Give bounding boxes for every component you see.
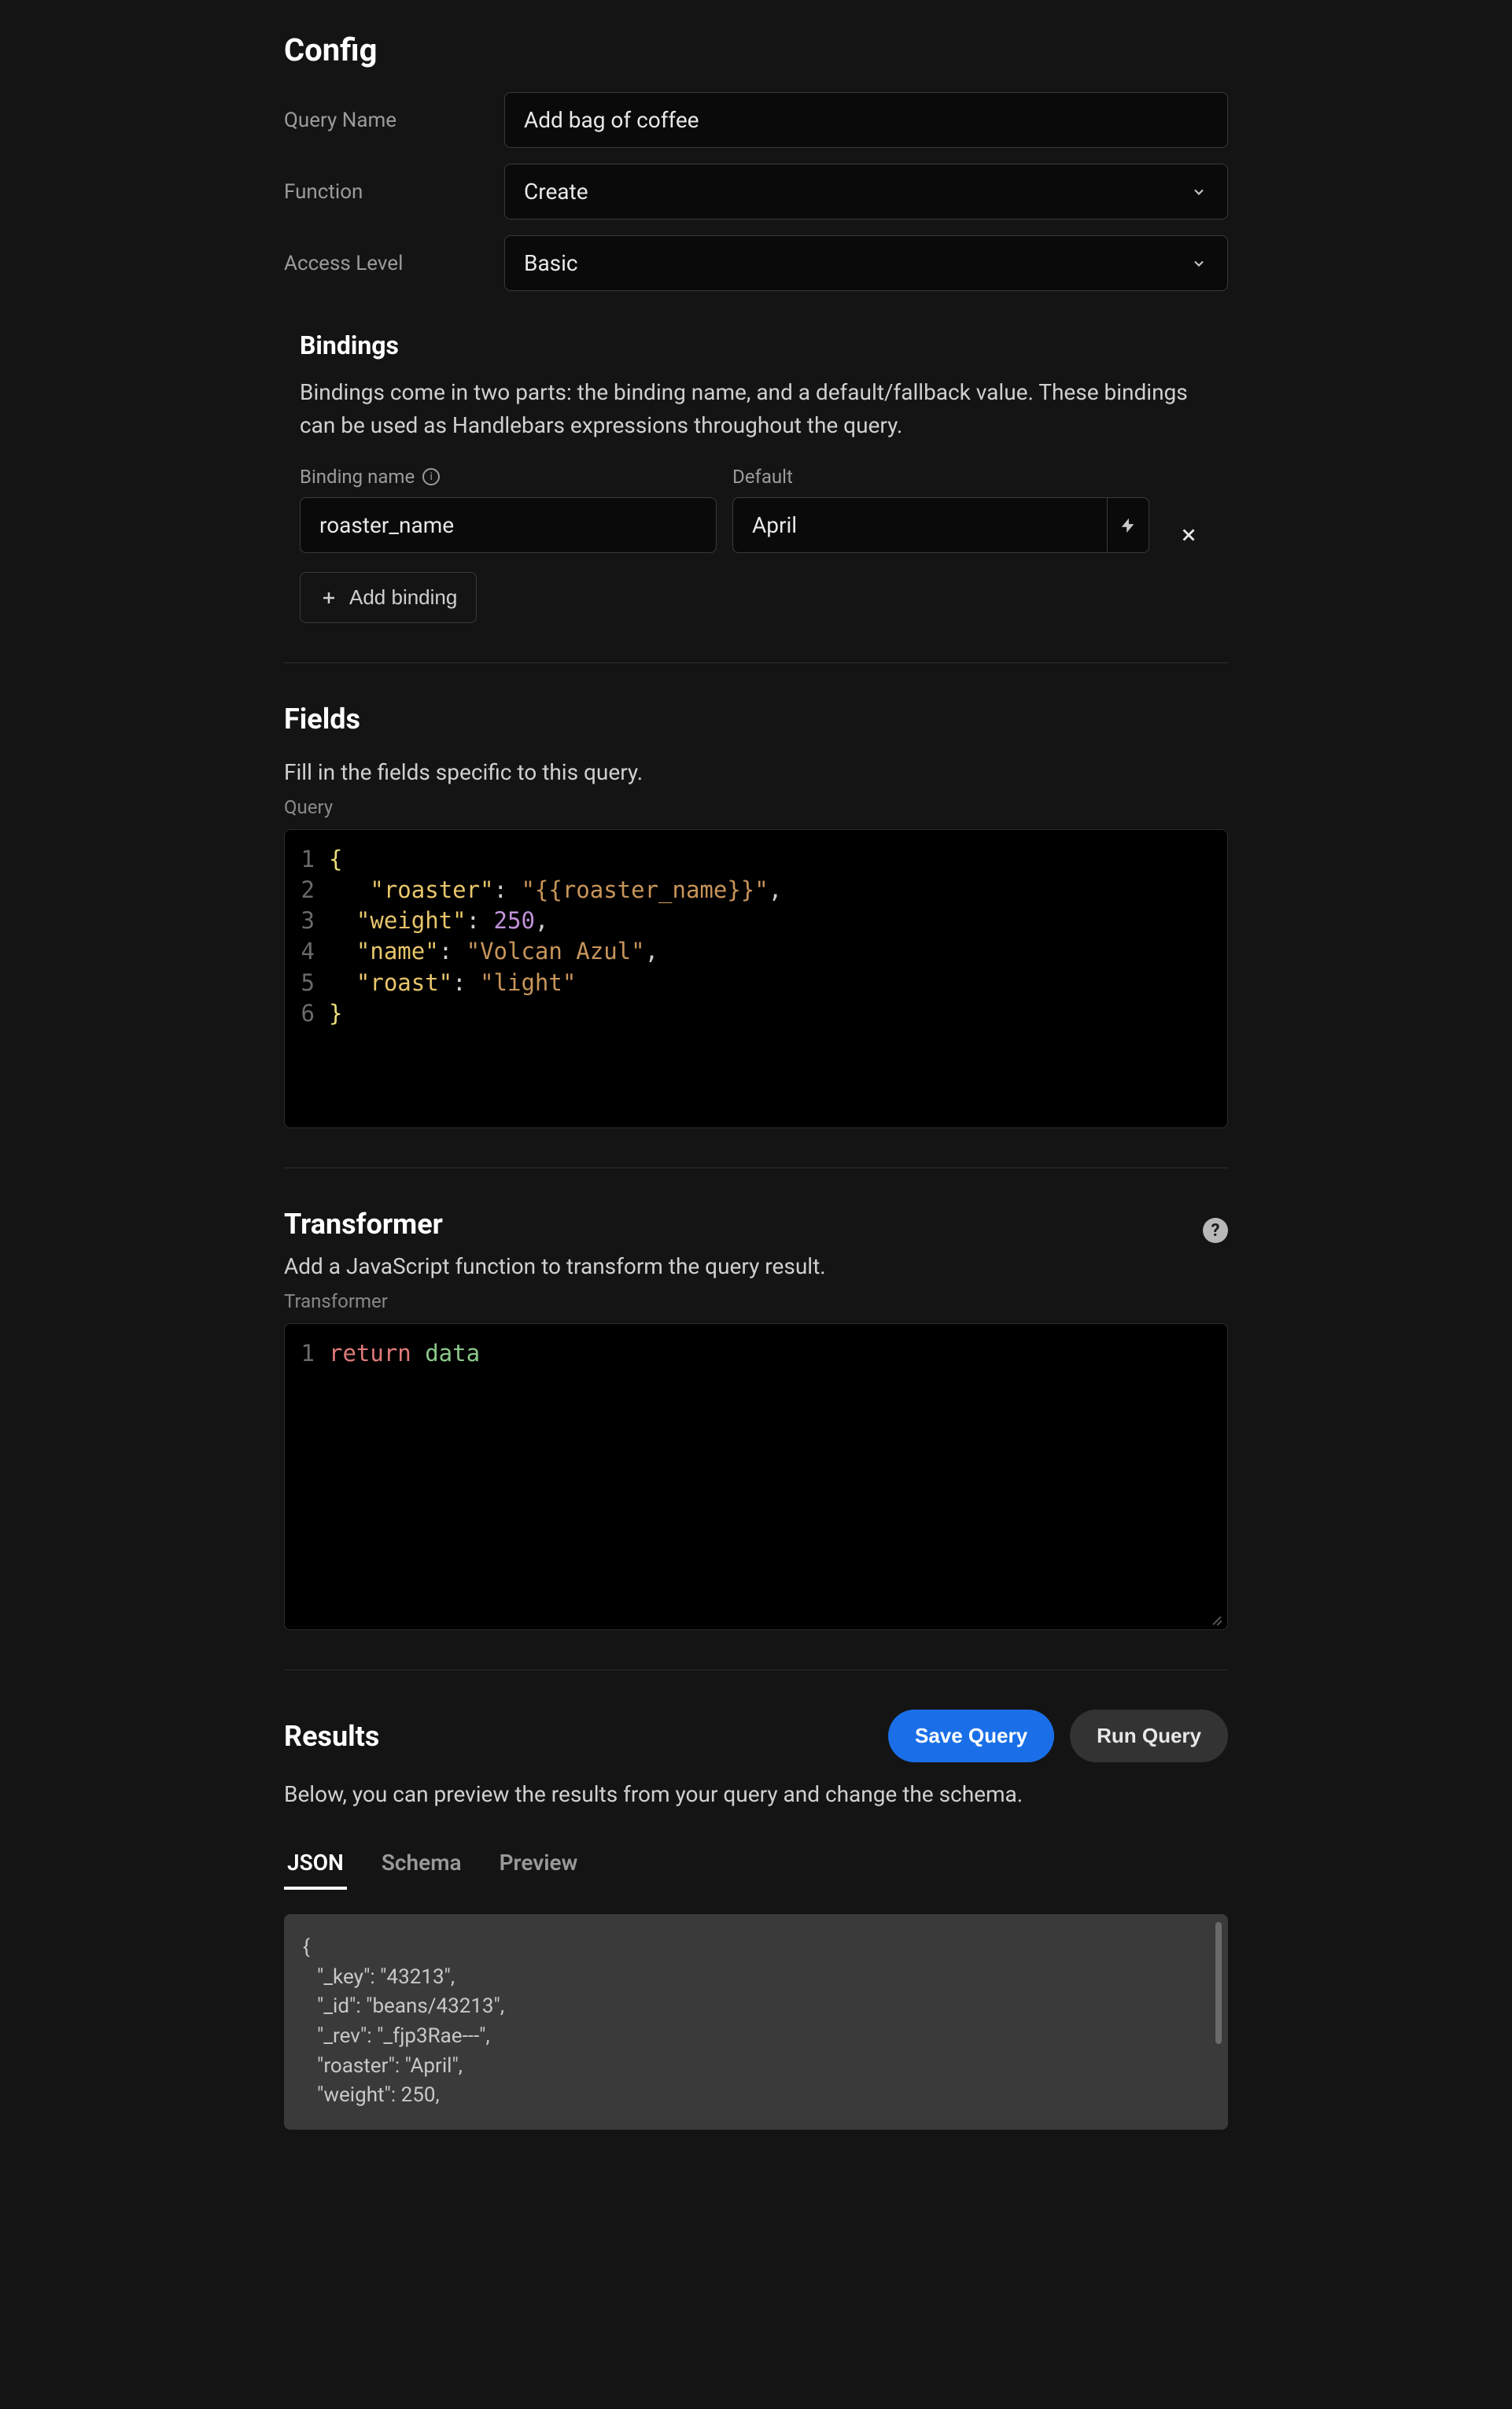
query-field-label: Query [284,796,1228,818]
tab-json[interactable]: JSON [284,1839,347,1890]
query-name-input[interactable] [504,92,1228,148]
binding-default-input[interactable] [732,497,1107,553]
binding-name-label: Binding name [300,466,415,488]
access-level-select[interactable]: Basic [504,235,1228,291]
add-binding-button[interactable]: Add binding [300,572,477,623]
transformer-description: Add a JavaScript function to transform t… [284,1253,1228,1279]
json-output-line: "_id": "beans/43213", [303,1992,1209,2022]
chevron-down-icon [1189,183,1208,201]
lightning-button[interactable] [1107,497,1149,553]
chevron-down-icon [1189,254,1208,273]
remove-binding-button[interactable] [1165,525,1212,545]
scrollbar[interactable] [1215,1922,1222,2044]
access-level-label: Access Level [284,252,504,275]
query-code-editor[interactable]: 1{2 "roaster": "{{roaster_name}}",3 "wei… [284,829,1228,1128]
transformer-code-editor[interactable]: 1return data [284,1323,1228,1630]
bindings-title: Bindings [300,330,1212,360]
function-label: Function [284,180,504,204]
resize-handle[interactable] [1210,1612,1223,1625]
function-value: Create [524,179,588,205]
json-output[interactable]: {"_key": "43213","_id": "beans/43213","_… [284,1914,1228,2130]
fields-title: Fields [284,703,1228,736]
transformer-title: Transformer [284,1208,443,1241]
divider [284,1669,1228,1670]
access-level-value: Basic [524,250,578,276]
divider [284,662,1228,663]
json-output-line: "_key": "43213", [303,1963,1209,1993]
json-output-line: { [303,1933,1209,1963]
bindings-description: Bindings come in two parts: the binding … [300,376,1212,442]
function-select[interactable]: Create [504,164,1228,220]
help-icon[interactable]: ? [1203,1218,1228,1243]
tab-preview[interactable]: Preview [496,1839,581,1890]
binding-name-input[interactable] [300,497,717,553]
info-icon[interactable]: i [422,468,440,485]
query-name-label: Query Name [284,109,504,132]
tab-schema[interactable]: Schema [378,1839,465,1890]
binding-default-label: Default [732,466,793,488]
json-output-line: "weight": 250, [303,2081,1209,2111]
save-query-button[interactable]: Save Query [888,1710,1054,1762]
run-query-button[interactable]: Run Query [1070,1710,1228,1762]
transformer-field-label: Transformer [284,1290,1228,1312]
results-title: Results [284,1720,379,1753]
config-title: Config [284,31,1228,68]
json-output-line: "roaster": "April", [303,2052,1209,2082]
results-description: Below, you can preview the results from … [284,1781,1228,1807]
json-output-line: "_rev": "_fjp3Rae---", [303,2022,1209,2052]
add-binding-label: Add binding [349,585,457,610]
fields-description: Fill in the fields specific to this quer… [284,759,1228,785]
